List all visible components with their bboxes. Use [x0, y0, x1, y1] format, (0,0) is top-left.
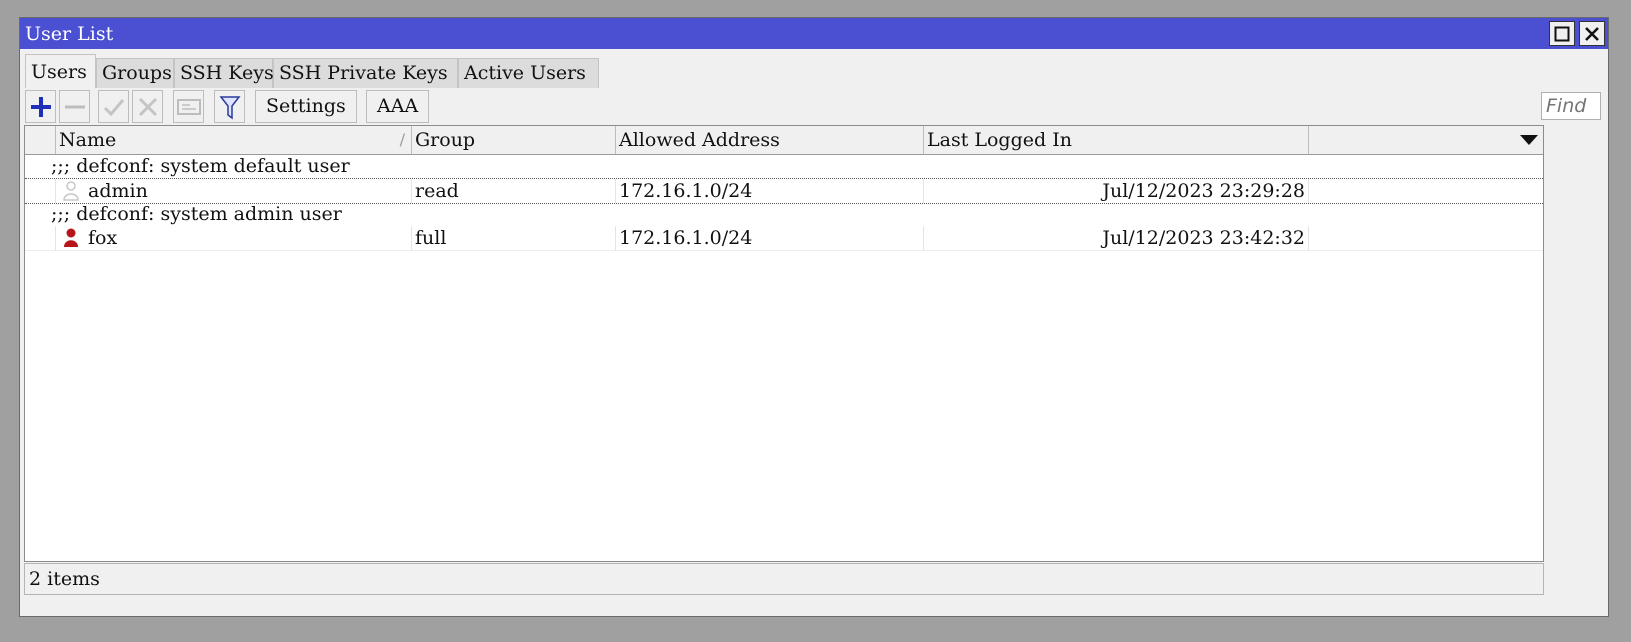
title-bar[interactable]: User List — [20, 18, 1608, 49]
maximize-button[interactable] — [1549, 21, 1575, 46]
user-group: read — [411, 179, 615, 203]
tab-bar: Users Groups SSH Keys SSH Private Keys A… — [25, 54, 1608, 88]
table-row[interactable]: fox full 172.16.1.0/24 Jul/12/2023 23:42… — [25, 226, 1543, 251]
user-name: fox — [88, 227, 118, 249]
column-header-empty — [1308, 126, 1544, 154]
close-button[interactable] — [1579, 21, 1605, 46]
tab-ssh-keys[interactable]: SSH Keys — [174, 58, 274, 88]
disable-button[interactable] — [132, 90, 163, 123]
user-last-logged-in: Jul/12/2023 23:29:28 — [923, 179, 1308, 203]
table-row[interactable]: admin read 172.16.1.0/24 Jul/12/2023 23:… — [25, 178, 1543, 204]
toolbar: Settings AAA — [25, 89, 1603, 125]
user-allowed-address: 172.16.1.0/24 — [615, 179, 923, 203]
x-icon — [138, 97, 157, 116]
user-group: full — [411, 226, 615, 250]
minus-icon — [64, 105, 85, 108]
tab-groups[interactable]: Groups — [96, 58, 174, 88]
tab-ssh-private-keys[interactable]: SSH Private Keys — [273, 58, 458, 88]
plus-icon — [30, 96, 51, 117]
column-menu-button[interactable] — [1515, 126, 1543, 154]
column-header-last-logged-in[interactable]: Last Logged In — [923, 126, 1308, 154]
column-header-allowed-address[interactable]: Allowed Address — [615, 126, 923, 154]
user-allowed-address: 172.16.1.0/24 — [615, 226, 923, 250]
user-last-logged-in: Jul/12/2023 23:42:32 — [923, 226, 1308, 250]
filter-button[interactable] — [214, 90, 245, 123]
column-header-name[interactable]: Name / — [55, 126, 411, 154]
status-bar: 2 items — [24, 563, 1544, 595]
aaa-button[interactable]: AAA — [366, 90, 430, 123]
funnel-icon — [218, 95, 241, 119]
user-name: admin — [88, 180, 148, 202]
comment-row[interactable]: ;;; defconf: system default user — [25, 154, 1543, 178]
note-icon — [176, 98, 201, 115]
window-title: User List — [25, 23, 114, 45]
comment-row[interactable]: ;;; defconf: system admin user — [25, 202, 1543, 226]
settings-button[interactable]: Settings — [255, 90, 357, 123]
item-count: 2 items — [29, 568, 100, 590]
chevron-down-icon — [1520, 135, 1538, 145]
user-red-icon — [64, 228, 78, 247]
user-list-window: User List Users Groups SSH Keys SSH Priv… — [19, 17, 1609, 617]
check-icon — [103, 98, 124, 116]
enable-button[interactable] — [98, 90, 129, 123]
maximize-icon — [1554, 26, 1570, 41]
close-icon — [1585, 26, 1599, 41]
sort-indicator-icon: / — [399, 130, 405, 149]
tab-users[interactable]: Users — [25, 54, 96, 88]
column-header-group[interactable]: Group — [411, 126, 615, 154]
remove-button[interactable] — [59, 90, 90, 123]
user-table: Name / Group Allowed Address Last Logged… — [24, 125, 1544, 562]
table-header: Name / Group Allowed Address Last Logged… — [25, 126, 1543, 155]
tab-active-users[interactable]: Active Users — [458, 58, 599, 88]
comment-button[interactable] — [173, 90, 204, 123]
find-input[interactable] — [1541, 92, 1601, 120]
user-grey-icon — [63, 181, 79, 201]
add-button[interactable] — [25, 90, 56, 123]
